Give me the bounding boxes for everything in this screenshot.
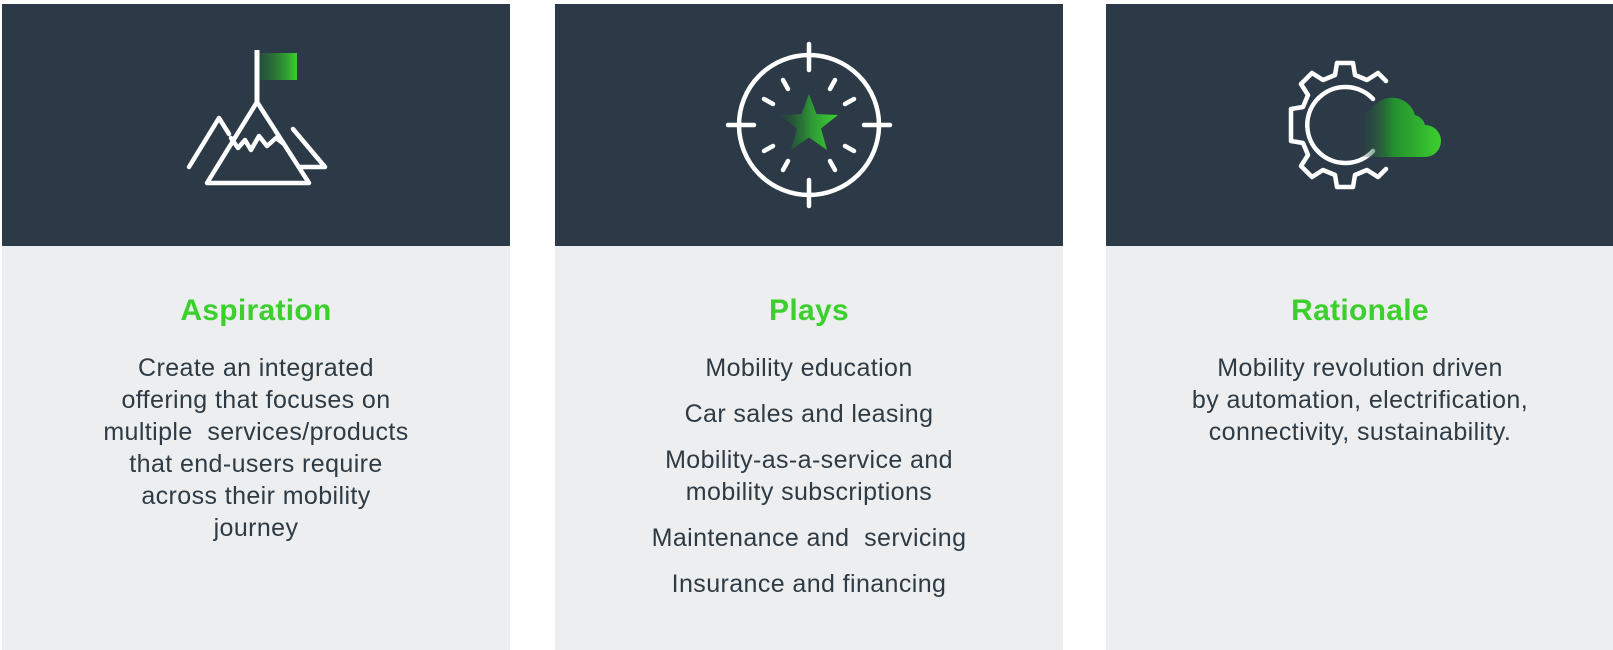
aspiration-body-line: that end-users require xyxy=(129,450,383,478)
plays-item-text: Maintenance and servicing xyxy=(651,524,967,552)
plays-list-item: Insurance and financing xyxy=(595,568,1023,600)
aspiration-title: Aspiration xyxy=(180,294,332,327)
rationale-card-header xyxy=(1106,4,1613,246)
aspiration-body-line: Create an integrated xyxy=(138,354,374,382)
gear-cloud-icon xyxy=(1288,60,1441,190)
aspiration-card-header xyxy=(2,4,510,246)
plays-body: Mobility education Car sales and leasing… xyxy=(595,352,1023,614)
rationale-body-line: Mobility revolution driven xyxy=(1217,354,1503,382)
plays-title: Plays xyxy=(769,294,849,327)
plays-item-text: Mobility-as-a-service and xyxy=(665,446,953,474)
aspiration-body-line: offering that focuses on xyxy=(121,386,391,414)
plays-item-text: Mobility education xyxy=(705,354,913,382)
rationale-card: Rationale Mobility revolution driven by … xyxy=(1106,4,1613,650)
plays-item-text: mobility subscriptions xyxy=(685,478,933,506)
plays-item-text: Insurance and financing xyxy=(671,570,947,598)
plays-list-item: Mobility-as-a-service and mobility subsc… xyxy=(595,444,1023,508)
plays-card: Plays Mobility education Car sales and l… xyxy=(555,4,1063,650)
rationale-title: Rationale xyxy=(1291,294,1429,327)
aspiration-body-line: across their mobility xyxy=(141,482,371,510)
plays-card-header xyxy=(555,4,1063,246)
rationale-body-line: by automation, electrification, xyxy=(1191,386,1529,414)
aspiration-body-line: multiple services/products xyxy=(103,418,409,446)
aspiration-card: Aspiration Create an integrated offering… xyxy=(2,4,510,650)
target-star-icon xyxy=(725,41,893,209)
mountain-flag-icon xyxy=(186,50,328,186)
plays-list-item: Maintenance and servicing xyxy=(595,522,1023,554)
rationale-body-line: connectivity, sustainability. xyxy=(1208,418,1512,446)
plays-list-item: Car sales and leasing xyxy=(595,398,1023,430)
plays-item-text: Car sales and leasing xyxy=(684,400,934,428)
aspiration-body-line: journey xyxy=(213,514,299,542)
rationale-body: Mobility revolution driven by automation… xyxy=(1146,352,1574,448)
plays-list: Mobility education Car sales and leasing… xyxy=(595,352,1023,600)
aspiration-body: Create an integrated offering that focus… xyxy=(42,352,470,544)
plays-list-item: Mobility education xyxy=(595,352,1023,384)
